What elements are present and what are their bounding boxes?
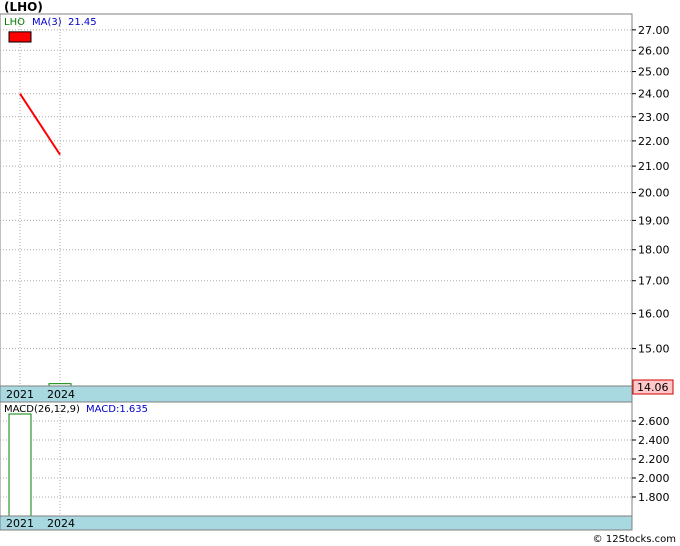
price-y-axis: 27.00 26.00 25.00 24.00 23.00 22.00 21.00 20.00…	[632, 24, 670, 356]
price-y-tick-label: 20.00	[638, 187, 670, 200]
price-panel-frame	[0, 13, 633, 387]
macd-x-tick-2024: 2024	[47, 517, 75, 530]
candle-2021	[8, 31, 32, 43]
macd-legend-label: MACD(26,12,9)	[4, 404, 80, 415]
macd-y-tick-label: 2.400	[638, 434, 670, 447]
macd-y-tick-label: 2.000	[638, 472, 670, 485]
price-x-axis-band	[0, 385, 633, 403]
macd-y-tick-label: 1.800	[638, 491, 670, 504]
macd-y-tick-label: 2.600	[638, 415, 670, 428]
macd-marks	[8, 413, 32, 517]
price-y-tick-label: 15.00	[638, 343, 670, 356]
legend-ticker: LHO	[4, 17, 25, 28]
watermark: © 12Stocks.com	[592, 534, 676, 545]
price-y-tick-label: 26.00	[638, 44, 670, 57]
macd-y-axis: 2.600 2.400 2.200 2.000 1.800	[632, 415, 670, 504]
price-x-tick-2024: 2024	[47, 388, 75, 401]
legend-ma-value: 21.45	[68, 17, 97, 28]
price-x-tick-2021: 2021	[6, 388, 34, 401]
price-y-tick-label: 23.00	[638, 111, 670, 124]
macd-legend-value: MACD:1.635	[86, 404, 148, 415]
price-y-tick-label: 21.00	[638, 160, 670, 173]
price-y-tick-label: 22.00	[638, 135, 670, 148]
price-y-tick-label: 25.00	[638, 66, 670, 79]
price-y-tick-label: 24.00	[638, 88, 670, 101]
macd-x-axis-band	[0, 515, 633, 531]
macd-y-tick-label: 2.200	[638, 453, 670, 466]
macd-x-tick-2021: 2021	[6, 517, 34, 530]
price-y-tick-label: 27.00	[638, 24, 670, 37]
macd-bar-2021	[8, 413, 32, 517]
last-price-label: 14.06	[637, 381, 669, 394]
price-y-tick-label: 18.00	[638, 244, 670, 257]
price-y-tick-label: 17.00	[638, 275, 670, 288]
price-y-tick-label: 16.00	[638, 308, 670, 321]
price-y-tick-label: 19.00	[638, 214, 670, 227]
stock-chart: 27.00 26.00 25.00 24.00 23.00 22.00 21.00 20.00…	[0, 13, 674, 531]
legend-ma-label: MA(3)	[32, 17, 62, 28]
